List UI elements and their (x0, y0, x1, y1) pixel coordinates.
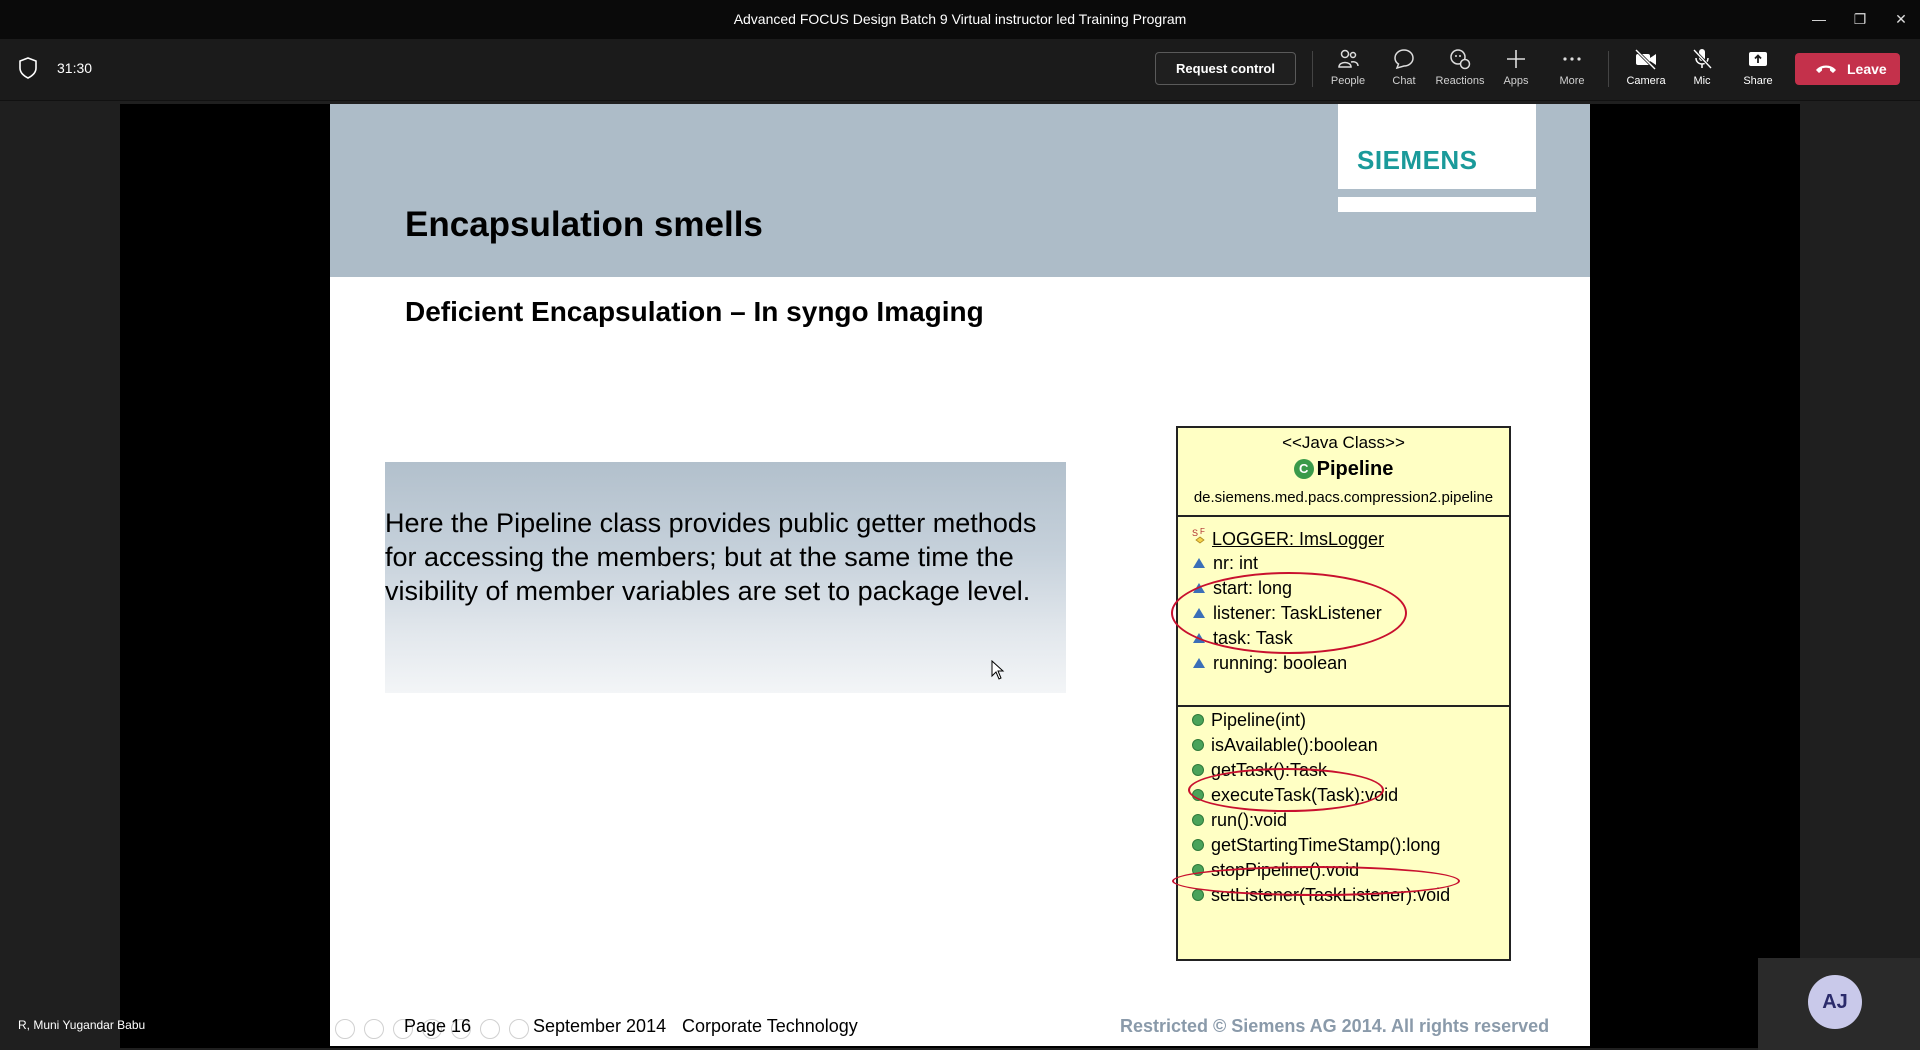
uml-divider (1178, 515, 1509, 517)
uml-method: isAvailable():boolean (1192, 735, 1378, 759)
more-label: More (1559, 75, 1585, 87)
reactions-button[interactable]: Reactions (1434, 47, 1486, 93)
package-visibility-icon (1193, 658, 1205, 668)
slide-subtitle: Deficient Encapsulation – In syngo Imagi… (405, 296, 984, 327)
footer-date: September 2014 (533, 1016, 667, 1036)
chat-label: Chat (1392, 75, 1416, 87)
uml-class-name: C Pipeline (1178, 458, 1509, 481)
uml-field: nr: int (1192, 553, 1258, 577)
footer-page-number: Page 16 (404, 1016, 472, 1036)
mic-label: Mic (1693, 75, 1711, 87)
people-button[interactable]: People (1322, 47, 1374, 93)
explanation-box: Here the Pipeline class provides public … (385, 462, 1066, 693)
request-control-button[interactable]: Request control (1155, 52, 1296, 85)
hang-up-icon (1816, 65, 1836, 73)
shield-icon (19, 57, 37, 79)
people-icon (1338, 49, 1359, 68)
camera-label: Camera (1626, 75, 1666, 87)
meeting-toolbar: 31:30 Request control People Chat Reacti… (0, 39, 1920, 101)
plus-icon (1507, 50, 1525, 68)
mic-off-icon (1692, 48, 1713, 70)
presentation-slide: SIEMENS Encapsulation smells Deficient E… (330, 104, 1590, 1046)
mouse-cursor-icon (991, 660, 1005, 680)
more-icon (1563, 57, 1581, 61)
reactions-icon (1450, 49, 1471, 70)
uml-method-text: run():void (1211, 810, 1288, 830)
chat-icon (1394, 49, 1414, 70)
highlight-ellipse-fields (1171, 572, 1407, 654)
uml-field: running: boolean (1192, 653, 1347, 677)
footer-copyright: Restricted © Siemens AG 2014. All rights… (1120, 1016, 1550, 1036)
window-title-bar: Advanced FOCUS Design Batch 9 Virtual in… (0, 0, 1920, 39)
package-visibility-icon (1193, 558, 1205, 568)
uml-field-text: LOGGER: ImsLogger (1212, 529, 1385, 549)
public-method-icon (1192, 839, 1204, 851)
constructor-icon (1192, 714, 1204, 726)
avatar: AJ (1808, 975, 1862, 1029)
class-icon: C (1293, 459, 1314, 479)
camera-off-icon (1634, 48, 1657, 71)
uml-method: run():void (1192, 810, 1287, 834)
uml-method-text: getStartingTimeStamp():long (1211, 835, 1441, 855)
uml-class-name-text: Pipeline (1316, 458, 1394, 480)
uml-method-text: Pipeline(int) (1211, 710, 1307, 730)
mic-button[interactable]: Mic (1676, 47, 1728, 93)
uml-field-logger: S F LOGGER: ImsLogger (1192, 527, 1385, 552)
logo-panel-strip (1338, 197, 1536, 212)
share-icon (1749, 52, 1767, 66)
minimize-icon[interactable]: — (1808, 8, 1830, 30)
apps-label: Apps (1503, 75, 1529, 87)
slide-title: Encapsulation smells (405, 205, 763, 244)
static-final-field-icon: SF (1192, 527, 1208, 544)
uml-field-text: nr: int (1213, 553, 1259, 573)
leave-label: Leave (1847, 61, 1887, 77)
self-video-tile[interactable]: AJ (1758, 958, 1920, 1050)
toolbar-divider (1312, 51, 1313, 87)
svg-text:F: F (1200, 528, 1205, 536)
uml-field-text: running: boolean (1213, 653, 1348, 673)
highlight-ellipse-gettask (1188, 768, 1384, 812)
people-label: People (1330, 75, 1366, 87)
siemens-logo: SIEMENS (1357, 145, 1478, 175)
share-button[interactable]: Share (1732, 47, 1784, 93)
uml-method: getStartingTimeStamp():long (1192, 835, 1440, 859)
svg-text:S: S (1192, 528, 1198, 538)
highlight-ellipse-gettimestamp (1172, 866, 1460, 896)
uml-stereotype: <<Java Class>> (1282, 433, 1405, 452)
previous-slide-icon[interactable] (335, 1019, 355, 1039)
public-method-icon (1192, 764, 1204, 776)
uml-method-text: isAvailable():boolean (1211, 735, 1378, 755)
apps-button[interactable]: Apps (1490, 47, 1542, 93)
footer-organization: Corporate Technology (682, 1016, 858, 1036)
more-button[interactable]: More (1546, 47, 1598, 93)
uml-divider (1178, 705, 1509, 707)
window-title: Advanced FOCUS Design Batch 9 Virtual in… (733, 11, 1187, 27)
restore-icon[interactable]: ❐ (1849, 8, 1871, 30)
presenter-name: R, Muni Yugandar Babu (18, 1018, 146, 1032)
share-label: Share (1743, 75, 1773, 87)
subtitles-icon[interactable] (480, 1019, 500, 1039)
public-method-icon (1192, 889, 1204, 901)
reactions-label: Reactions (1435, 75, 1485, 87)
uml-method: Pipeline(int) (1192, 710, 1306, 734)
public-method-icon (1192, 814, 1204, 826)
chat-button[interactable]: Chat (1378, 47, 1430, 93)
explanation-text: Here the Pipeline class provides public … (385, 508, 1037, 606)
camera-button[interactable]: Camera (1620, 47, 1672, 93)
meeting-timer: 31:30 (57, 60, 93, 76)
more-options-icon[interactable] (509, 1019, 529, 1039)
next-slide-icon[interactable] (364, 1019, 384, 1039)
public-method-icon (1192, 739, 1204, 751)
leave-button[interactable]: Leave (1795, 53, 1900, 85)
close-icon[interactable]: ✕ (1890, 8, 1912, 30)
uml-package: de.siemens.med.pacs.compression2.pipelin… (1193, 489, 1494, 506)
toolbar-divider (1608, 51, 1609, 87)
